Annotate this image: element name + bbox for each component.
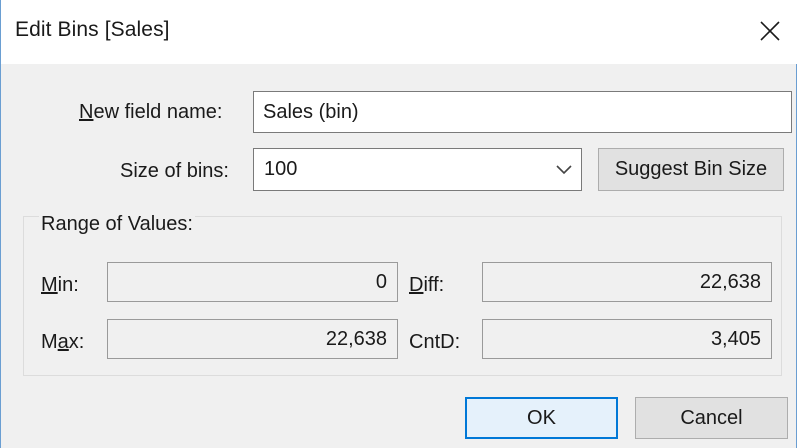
max-label-text: x: <box>68 331 85 353</box>
cancel-button[interactable]: Cancel <box>635 397 788 439</box>
title-bar: Edit Bins [Sales] <box>1 0 797 64</box>
dialog-title: Edit Bins [Sales] <box>15 18 170 41</box>
new-field-name-label-text: ew field name: <box>93 101 223 123</box>
size-of-bins-value: 100 <box>264 158 298 180</box>
range-of-values-title: Range of Values: <box>39 213 195 236</box>
max-value: 22,638 <box>325 327 387 350</box>
new-field-name-value: Sales (bin) <box>263 100 359 123</box>
diff-label-text: iff: <box>423 274 445 296</box>
diff-value: 22,638 <box>699 270 761 293</box>
diff-label: Diff: <box>409 274 444 297</box>
size-of-bins-select[interactable]: 100 <box>253 148 582 191</box>
new-field-name-input[interactable]: Sales (bin) <box>253 91 792 133</box>
min-label-text: in: <box>57 274 79 296</box>
chevron-down-icon[interactable] <box>547 149 581 190</box>
ok-button[interactable]: OK <box>465 397 618 439</box>
min-label: Min: <box>41 274 79 297</box>
new-field-name-label: New field name: <box>79 101 222 124</box>
new-field-name-accelerator: N <box>79 101 94 123</box>
max-label-pre: M <box>41 331 58 353</box>
min-accelerator: M <box>41 274 58 296</box>
max-label: Max: <box>41 331 84 354</box>
max-accelerator: a <box>57 331 69 353</box>
edit-bins-dialog: Edit Bins [Sales] New field name: Sales … <box>0 0 797 448</box>
min-value: 0 <box>375 270 387 293</box>
max-value-field: 22,638 <box>107 319 398 359</box>
diff-accelerator: D <box>409 274 424 296</box>
size-of-bins-label: Size of bins: <box>120 160 229 182</box>
close-icon <box>760 21 780 41</box>
min-value-field: 0 <box>107 262 398 302</box>
cntd-value-field: 3,405 <box>482 319 772 359</box>
cntd-value: 3,405 <box>710 327 761 350</box>
cntd-label: CntD: <box>409 331 461 353</box>
suggest-bin-size-button[interactable]: Suggest Bin Size <box>598 148 784 191</box>
close-button[interactable] <box>748 8 792 54</box>
diff-value-field: 22,638 <box>482 262 772 302</box>
